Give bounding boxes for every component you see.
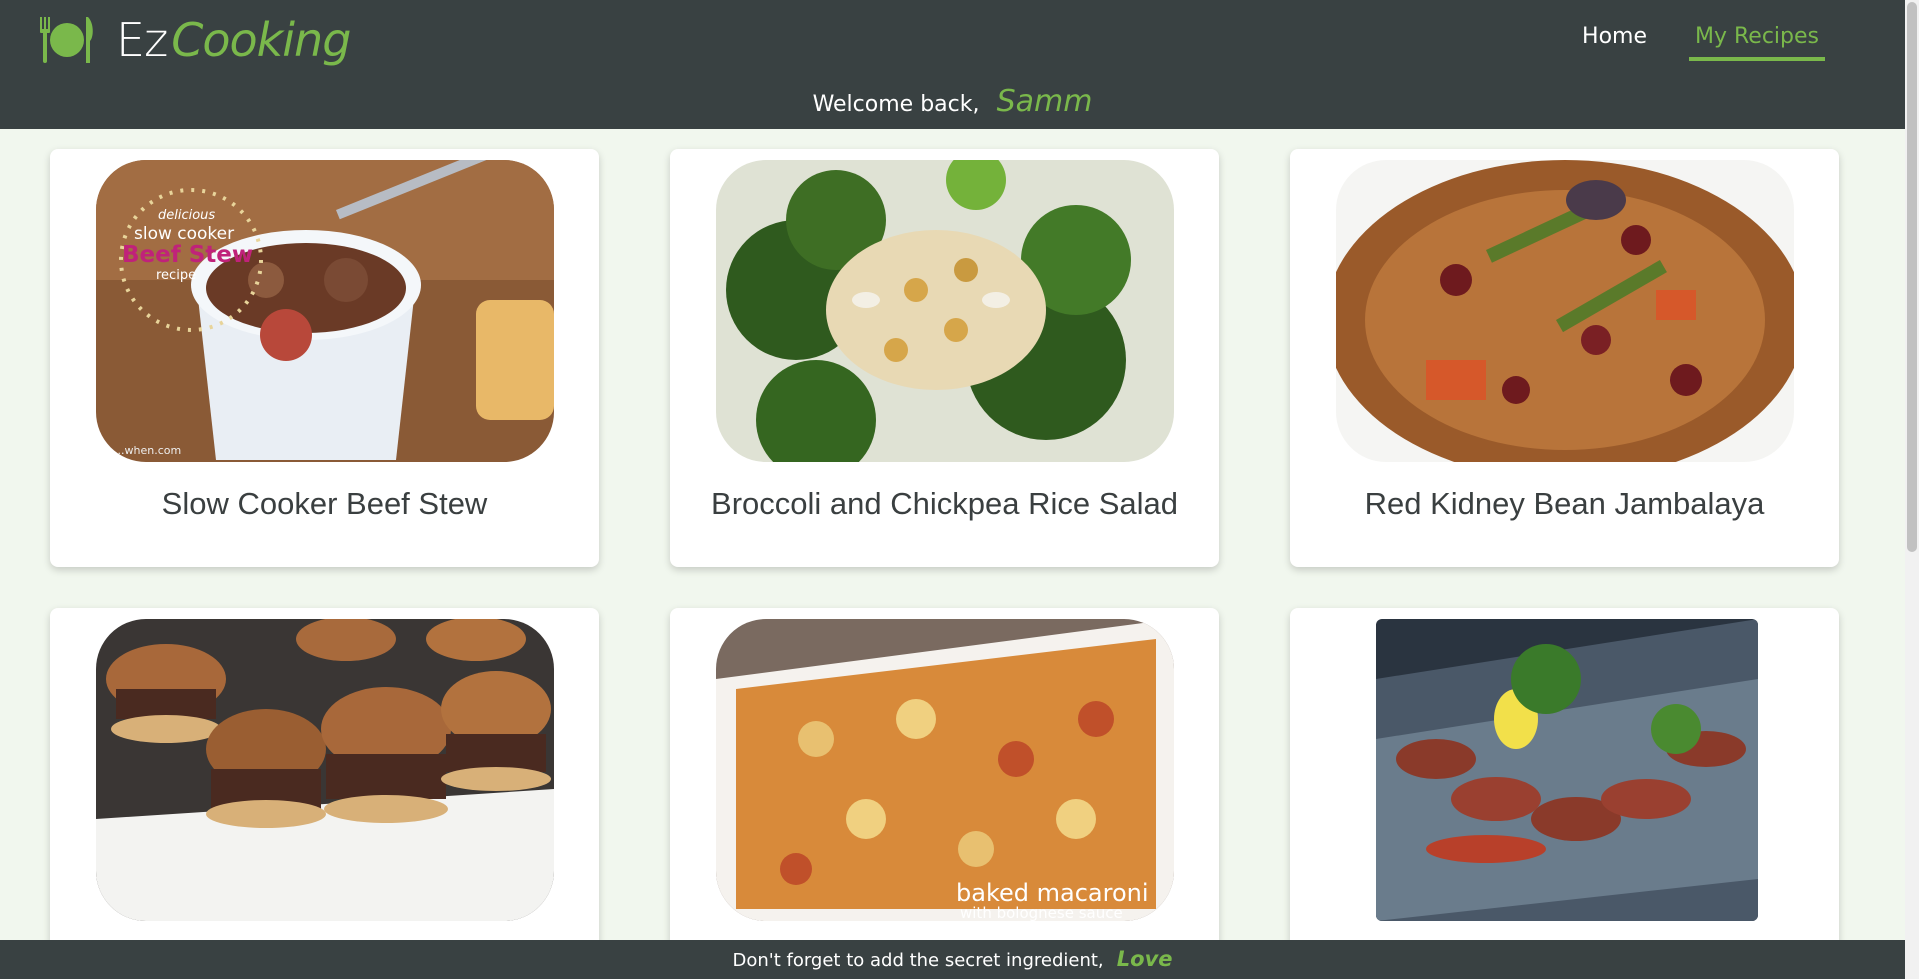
image-text-bolognese: with bolognese sauce (960, 904, 1123, 921)
plate-fork-knife-icon (40, 17, 93, 63)
image-text-recipe: recipe (156, 268, 197, 283)
recipe-card[interactable]: baked macaroni with bolognese sauce (670, 608, 1219, 979)
top-header: Ez Cooking Home My Recipes Welcome back,… (0, 0, 1905, 129)
welcome-banner: Welcome back, Samm (0, 84, 1905, 119)
footer-text: Don't forget to add the secret ingredien… (732, 950, 1104, 971)
recipe-image[interactable] (716, 160, 1174, 462)
nav-home[interactable]: Home (1576, 20, 1653, 61)
image-text-baked-macaroni: baked macaroni (956, 879, 1149, 907)
recipe-title[interactable]: Red Kidney Bean Jambalaya (1290, 486, 1839, 522)
footer-love: Love (1116, 947, 1173, 971)
recipe-image[interactable]: delicious slow cooker Beef Stew recipe .… (96, 160, 554, 462)
image-text-slow-cooker: slow cooker (134, 224, 235, 244)
welcome-text: Welcome back, (812, 92, 980, 117)
recipe-card[interactable]: Broccoli and Chickpea Rice Salad (670, 149, 1219, 567)
recipe-image[interactable] (1376, 619, 1758, 921)
footer-bar: Don't forget to add the secret ingredien… (0, 940, 1905, 979)
image-text-beef-stew: Beef Stew (122, 242, 254, 268)
scrollbar-thumb[interactable] (1907, 2, 1917, 552)
recipe-title[interactable]: Broccoli and Chickpea Rice Salad (670, 486, 1219, 522)
recipe-card[interactable] (1290, 608, 1839, 979)
brand-ez: Ez (116, 13, 168, 67)
recipe-card[interactable] (50, 608, 599, 979)
image-watermark: ...when.com (114, 444, 182, 457)
recipe-card[interactable]: delicious slow cooker Beef Stew recipe .… (50, 149, 599, 567)
brand-cooking: Cooking (171, 13, 351, 67)
nav-my-recipes[interactable]: My Recipes (1689, 20, 1825, 61)
recipe-image[interactable]: baked macaroni with bolognese sauce (716, 619, 1174, 921)
brand-logo[interactable]: Ez Cooking (40, 12, 351, 68)
recipe-title[interactable]: Slow Cooker Beef Stew (50, 486, 599, 522)
welcome-username: Samm (996, 84, 1093, 119)
main-nav: Home My Recipes (1576, 20, 1825, 61)
recipe-card[interactable]: Red Kidney Bean Jambalaya (1290, 149, 1839, 567)
page-scrollbar[interactable] (1905, 0, 1919, 979)
recipe-image[interactable] (96, 619, 554, 921)
image-text-delicious: delicious (158, 208, 216, 223)
recipe-image[interactable] (1336, 160, 1794, 462)
